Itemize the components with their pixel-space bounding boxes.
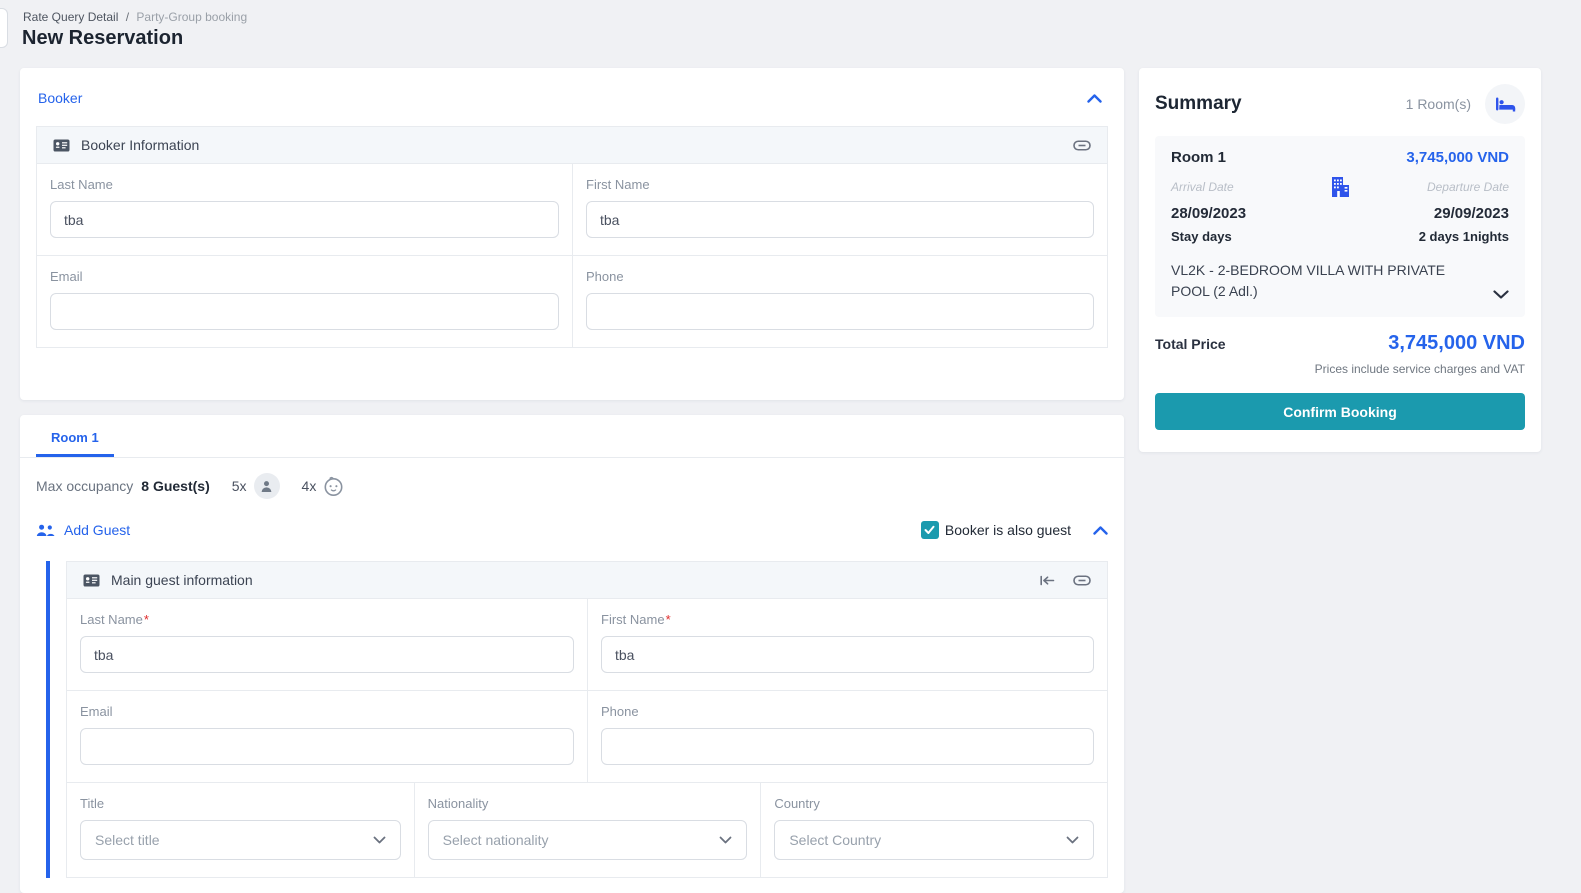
room-detail-chevron-down-icon[interactable] [1493, 290, 1509, 302]
booker-collapse-chevron-up-icon[interactable] [1087, 93, 1102, 103]
people-icon [36, 524, 55, 537]
main-guest-section: Main guest information Last Name* tba Fi… [46, 561, 1108, 878]
guest-email-input[interactable] [80, 728, 574, 765]
title-select[interactable]: Select title [80, 820, 401, 860]
page-title: New Reservation [22, 27, 184, 49]
tab-room-1[interactable]: Room 1 [36, 428, 114, 457]
max-occupancy-row: Max occupancy 8 Guest(s) 5x 4x [20, 458, 1124, 511]
guest-phone-label: Phone [601, 704, 639, 719]
breadcrumb-party-group-booking: Party-Group booking [136, 10, 248, 24]
booker-is-also-guest-checkbox[interactable] [920, 521, 939, 539]
room-count: 1 Room(s) [1405, 96, 1471, 112]
chevron-down-icon [373, 836, 386, 844]
stay-days-value: 2 days 1nights [1418, 229, 1509, 244]
guest-accent-bar [46, 561, 50, 878]
summary-room-price: 3,745,000 VND [1406, 149, 1509, 166]
booker-first-name-cell: First Name [572, 164, 1107, 255]
child-icon [323, 476, 344, 497]
booker-first-name-input[interactable] [586, 201, 1094, 238]
country-select[interactable]: Select Country [774, 820, 1094, 860]
booker-information-panel: Booker Information Last Name First Name [36, 126, 1108, 348]
sidebar-toggle[interactable] [0, 8, 8, 48]
guest-title-label: Title [80, 796, 105, 811]
booker-phone-label: Phone [586, 269, 624, 284]
adult-icon [253, 473, 280, 499]
departure-date-label: Departure Date [1426, 180, 1509, 194]
guest-first-name-label: First Name* [601, 612, 671, 627]
guest-last-name-label: Last Name* [80, 612, 149, 627]
booker-last-name-label: Last Name [50, 177, 113, 192]
merge-arrows-icon[interactable] [1039, 574, 1055, 587]
child-count: 4x [301, 478, 317, 494]
breadcrumb: Rate Query Detail / Party-Group booking [23, 10, 247, 24]
guest-first-name-cell: First Name* [587, 599, 1107, 690]
summary-room-name: Room 1 [1171, 149, 1227, 166]
add-guest-button[interactable]: Add Guest [36, 522, 130, 538]
guest-email-label: Email [80, 704, 113, 719]
guest-phone-cell: Phone [587, 690, 1107, 782]
summary-title: Summary [1155, 93, 1242, 114]
booker-last-name-input[interactable] [50, 201, 559, 238]
booker-last-name-cell: Last Name [37, 164, 572, 255]
guest-title-cell: Title Select title [67, 782, 414, 877]
price-note: Prices include service charges and VAT [1314, 362, 1525, 376]
guest-last-name-cell: Last Name* [67, 599, 587, 690]
main-guest-panel: Main guest information Last Name* tba Fi… [66, 561, 1108, 878]
required-asterisk: * [665, 612, 671, 627]
adult-count: 5x [231, 478, 247, 494]
id-card-icon [83, 574, 100, 587]
id-card-icon [53, 139, 70, 152]
chevron-down-icon [1066, 836, 1079, 844]
booker-first-name-label: First Name [586, 177, 650, 192]
room-tabs: Room 1 [20, 415, 1124, 458]
summary-card: Summary 1 Room(s) Room 1 3,745,000 VND A… [1139, 68, 1541, 452]
booker-card: Booker Booker Information Last Name tba … [20, 68, 1124, 400]
booker-email-input[interactable] [50, 293, 559, 330]
summary-room-card: Room 1 3,745,000 VND Arrival Date Depart… [1155, 136, 1525, 317]
max-occupancy-value: 8 Guest(s) [141, 478, 210, 494]
guest-email-cell: Email [67, 690, 587, 782]
room-type-name: VL2K - 2-BEDROOM VILLA WITH PRIVATE POOL… [1171, 262, 1446, 299]
link-icon[interactable] [1073, 574, 1091, 586]
bed-icon [1485, 84, 1525, 124]
departure-date-value: 29/09/2023 [1433, 205, 1509, 222]
guest-phone-input[interactable] [601, 728, 1094, 765]
guest-nationality-cell: Nationality Select nationality [413, 782, 761, 877]
add-guest-row: Add Guest Booker is also guest [20, 511, 1124, 551]
chevron-down-icon [719, 836, 732, 844]
nationality-select[interactable]: Select nationality [427, 820, 748, 860]
booker-email-cell: Email [37, 255, 572, 347]
arrival-date-value: 28/09/2023 [1171, 205, 1247, 222]
booker-phone-cell: Phone [572, 255, 1107, 347]
arrival-date-label: Arrival Date [1171, 180, 1234, 194]
rooms-card: Room 1 Max occupancy 8 Guest(s) 5x 4x Ad… [20, 415, 1124, 893]
booker-email-label: Email [50, 269, 83, 284]
total-price-value: 3,745,000 VND [1388, 332, 1525, 354]
booker-section-link[interactable]: Booker [38, 90, 82, 106]
guest-collapse-chevron-up-icon[interactable] [1093, 525, 1108, 535]
confirm-booking-button[interactable]: Confirm Booking [1155, 393, 1525, 430]
guest-country-label: Country [774, 796, 820, 811]
required-asterisk: * [143, 612, 149, 627]
breadcrumb-rate-query-detail[interactable]: Rate Query Detail [23, 10, 118, 24]
main-guest-panel-title: Main guest information [111, 572, 253, 588]
guest-first-name-input[interactable] [601, 636, 1094, 673]
add-guest-label: Add Guest [64, 522, 131, 538]
guest-country-cell: Country Select Country [760, 782, 1107, 877]
booker-phone-input[interactable] [586, 293, 1094, 330]
page: Rate Query Detail / Party-Group booking … [0, 0, 1581, 893]
stay-days-label: Stay days [1171, 229, 1232, 244]
building-icon [1327, 174, 1353, 200]
guest-last-name-input[interactable] [80, 636, 574, 673]
guest-nationality-label: Nationality [427, 796, 489, 811]
check-icon [924, 525, 935, 534]
booker-is-also-guest-label: Booker is also guest [944, 522, 1071, 538]
link-icon[interactable] [1073, 139, 1091, 151]
max-occupancy-label: Max occupancy [36, 478, 134, 494]
total-price-label: Total Price [1155, 335, 1226, 352]
booker-panel-title: Booker Information [81, 137, 200, 153]
breadcrumb-separator: / [125, 10, 130, 24]
